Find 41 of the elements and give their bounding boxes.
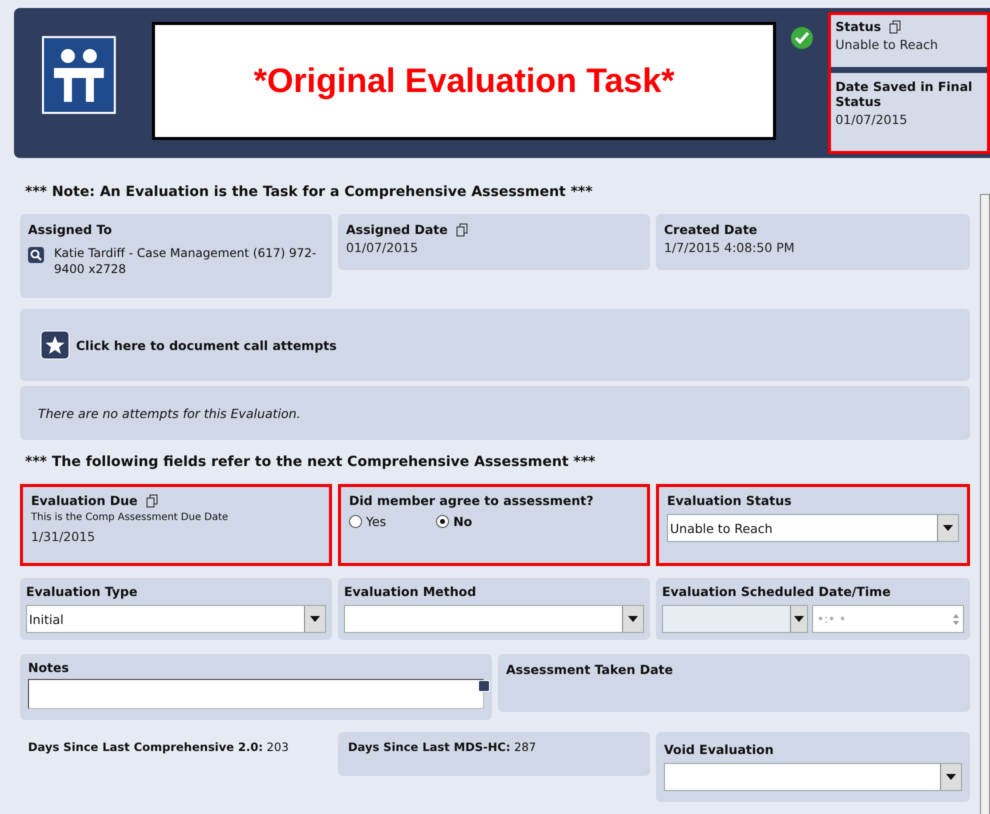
status-dropdown[interactable]: Unable to Reach: [667, 514, 959, 542]
field-label: Assigned To: [28, 222, 113, 237]
field-label: Assigned Date: [346, 222, 448, 237]
type-dropdown[interactable]: Initial: [26, 605, 326, 633]
field-label: Notes: [28, 660, 70, 675]
status-value: Unable to Reach: [835, 37, 939, 52]
note-text: *** Note: An Evaluation is the Task for a Comprehensive Assessment ***: [25, 184, 594, 200]
copy-icon[interactable]: [889, 20, 902, 34]
field-label: Evaluation Status: [667, 493, 793, 508]
field-value: 1/7/2015 4:08:50 PM: [664, 240, 796, 255]
field-label: Created Date: [664, 222, 758, 237]
search-icon[interactable]: [28, 247, 44, 263]
radio-option[interactable]: Yes: [349, 514, 386, 529]
check-icon: [790, 26, 814, 50]
collapse-icon[interactable]: [478, 680, 490, 692]
days-since-mds: Days Since Last MDS-HC: 287: [348, 740, 536, 754]
field-hint: This is the Comp Assessment Due Date: [31, 512, 230, 523]
field-value: 1/31/2015: [31, 529, 96, 544]
status-label: Status: [835, 19, 882, 34]
scrollbar[interactable]: [980, 194, 990, 814]
logo-icon: [42, 36, 116, 114]
notes-field[interactable]: [28, 679, 484, 709]
date-saved-value: 01/07/2015: [835, 112, 908, 127]
field-label: Did member agree to assessment?: [349, 493, 595, 508]
field-label: Evaluation Due: [31, 493, 138, 508]
field-label: Evaluation Type: [26, 584, 138, 599]
call-attempts-link[interactable]: Click here to document call attempts: [76, 338, 337, 352]
assigned-to-value: Katie Tardiff - Case Management (617) 972-9400 x2728: [54, 245, 318, 277]
task-title: *Original Evaluation Task*: [254, 62, 674, 100]
copy-icon[interactable]: [456, 222, 468, 236]
field-label: Evaluation Scheduled Date/Time: [662, 584, 892, 599]
date-saved-label: Date Saved in Final Status: [835, 79, 974, 109]
field-label: Evaluation Method: [344, 584, 478, 599]
field-label: Assessment Taken Date: [506, 662, 674, 677]
copy-icon[interactable]: [146, 494, 158, 508]
days-since-comprehensive: Days Since Last Comprehensive 2.0: 203: [28, 740, 289, 754]
field-value: 01/07/2015: [346, 240, 420, 255]
radio-option[interactable]: No: [436, 514, 472, 529]
attempts-message: There are no attempts for this Evaluation.: [38, 406, 301, 420]
section-note: *** The following fields refer to the next Comprehensive Assessment ***: [25, 454, 596, 470]
field-label: Void Evaluation: [664, 742, 775, 757]
